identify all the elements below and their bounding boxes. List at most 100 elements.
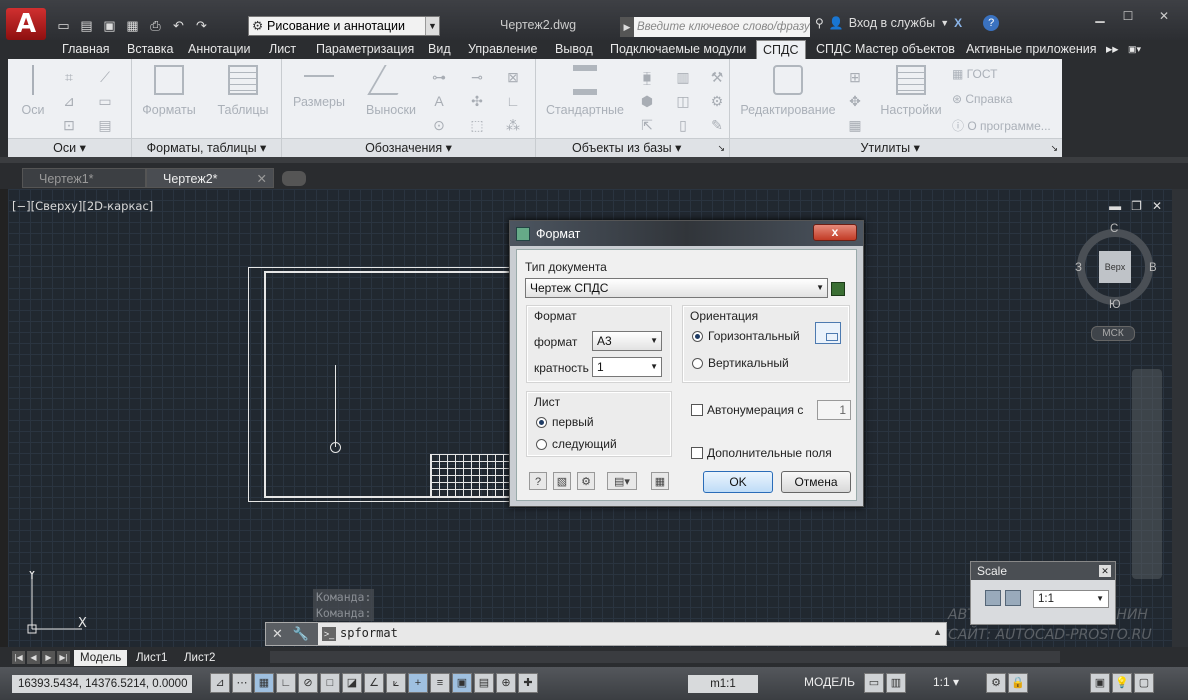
format-preview-icon[interactable]: ▧: [553, 472, 571, 490]
more-tabs-icon[interactable]: ▸▸: [1106, 40, 1119, 59]
hardware-accel-icon[interactable]: ▣: [1090, 673, 1110, 693]
tab-insert[interactable]: Вставка: [127, 40, 173, 59]
dialog-close-button[interactable]: x: [813, 224, 857, 241]
scale-edit-icon[interactable]: [1005, 590, 1021, 606]
am-icon[interactable]: ✚: [518, 673, 538, 693]
orientation-horizontal-radio[interactable]: [692, 331, 703, 342]
autonum-label[interactable]: Автонумерация с: [707, 403, 803, 417]
isolate-icon[interactable]: 💡: [1112, 673, 1132, 693]
ortho-icon[interactable]: ∟: [276, 673, 296, 693]
compass-east[interactable]: В: [1149, 262, 1157, 274]
editing-button[interactable]: Редактирование: [740, 65, 836, 117]
lock-icon[interactable]: 🔒: [1008, 673, 1028, 693]
sheet-first-label[interactable]: первый: [552, 415, 594, 429]
multiplicity-select[interactable]: 1 ▼: [592, 357, 662, 377]
level-icon[interactable]: ▭: [94, 91, 116, 111]
dyn-icon[interactable]: +: [408, 673, 428, 693]
formats-button[interactable]: Форматы: [134, 65, 204, 117]
help-icon[interactable]: ?: [983, 15, 1000, 31]
tab-manage[interactable]: Управление: [468, 40, 538, 59]
tab-home[interactable]: Главная: [62, 40, 110, 59]
open-icon[interactable]: ▤: [77, 17, 96, 35]
tab-sheet1[interactable]: Лист1: [130, 650, 173, 666]
first-tab-icon[interactable]: |◀: [12, 651, 25, 664]
cancel-button[interactable]: Отмена: [781, 471, 851, 493]
dialog-title-bar[interactable]: Формат x: [510, 221, 863, 246]
model-space-toggle[interactable]: МОДЕЛЬ: [804, 675, 855, 689]
minimize-button[interactable]: ▁: [1086, 6, 1114, 26]
node-icon[interactable]: ✣: [466, 91, 488, 111]
vertical-scrollbar[interactable]: [1172, 189, 1188, 647]
workspace-switch-icon[interactable]: ⚙: [986, 673, 1006, 693]
group-base-objects-title[interactable]: Объекты из базы ▾ ↘: [536, 138, 729, 157]
navigation-bar[interactable]: [1132, 369, 1162, 579]
group-axes-title[interactable]: Оси ▾: [8, 138, 131, 157]
next-tab-icon[interactable]: ▶: [42, 651, 55, 664]
table-small-icon[interactable]: ▤: [94, 115, 116, 135]
horizontal-scrollbar[interactable]: [270, 651, 1060, 663]
search-expand-icon[interactable]: ▶: [620, 17, 634, 37]
scale-select[interactable]: 1:1 ▼: [1033, 590, 1109, 608]
sheet-first-radio[interactable]: [536, 417, 547, 428]
compass-west[interactable]: З: [1075, 262, 1082, 274]
tables-button[interactable]: Таблицы: [208, 65, 278, 117]
extra-fields-label[interactable]: Дополнительные поля: [707, 446, 832, 460]
quickview-drawings-icon[interactable]: ▥: [886, 673, 906, 693]
section-icon[interactable]: ⊙: [428, 115, 450, 135]
tab-sheet2[interactable]: Лист2: [178, 650, 221, 666]
quickview-layouts-icon[interactable]: ▭: [864, 673, 884, 693]
nut-icon[interactable]: ⬢: [636, 91, 658, 111]
about-link[interactable]: ⓘ О программе...: [952, 117, 1051, 134]
leaders-button[interactable]: Выноски: [356, 65, 426, 117]
new-icon[interactable]: ▭: [54, 17, 73, 35]
3dosnap-icon[interactable]: ◪: [342, 673, 362, 693]
last-tab-icon[interactable]: ▶|: [57, 651, 70, 664]
angle-icon[interactable]: ∟: [502, 91, 524, 111]
print-icon[interactable]: ⎙: [146, 17, 165, 35]
puzzle-icon[interactable]: ✥: [844, 91, 866, 111]
tab-annotate[interactable]: Аннотации: [188, 40, 250, 59]
library-icon[interactable]: ▥: [672, 67, 694, 87]
doc-tab-1[interactable]: Чертеж1*: [22, 168, 146, 188]
line-tool-icon[interactable]: ⟋: [94, 67, 116, 87]
maximize-button[interactable]: ☐: [1114, 6, 1142, 26]
close-tab-icon[interactable]: ✕: [257, 169, 267, 189]
sheet-next-label[interactable]: следующий: [552, 437, 617, 451]
tab-model[interactable]: Модель: [74, 650, 128, 666]
tab-view[interactable]: Вид: [428, 40, 451, 59]
sc-icon[interactable]: ⊕: [496, 673, 516, 693]
settings-button[interactable]: Настройки: [876, 65, 946, 117]
tab-output[interactable]: Вывод: [555, 40, 593, 59]
tab-spds[interactable]: СПДС: [756, 40, 806, 59]
layers-icon[interactable]: ▦: [844, 115, 866, 135]
wrench-icon[interactable]: ⚙: [706, 91, 728, 111]
lineweight-icon[interactable]: ≡: [430, 673, 450, 693]
transparency-icon[interactable]: ▣: [452, 673, 472, 693]
wrench-icon[interactable]: 🔧: [293, 626, 309, 641]
prev-tab-icon[interactable]: ◀: [27, 651, 40, 664]
ribbon-toggle-icon[interactable]: ▣▾: [1128, 40, 1141, 59]
compass-north[interactable]: С: [1110, 223, 1118, 235]
wcs-menu[interactable]: МСК: [1091, 326, 1135, 341]
orientation-horizontal-label[interactable]: Горизонтальный: [708, 329, 800, 343]
format-select[interactable]: A3 ▼: [592, 331, 662, 351]
gost-link[interactable]: ▦ ГОСТ: [952, 67, 997, 81]
annotation-scale[interactable]: 1:1 ▾: [933, 675, 959, 689]
close-icon[interactable]: ✕: [272, 626, 283, 641]
orientation-vertical-radio[interactable]: [692, 358, 703, 369]
ok-button[interactable]: OK: [703, 471, 773, 493]
help-link[interactable]: ⊛ Справка: [952, 92, 1012, 106]
autonum-input[interactable]: 1: [817, 400, 851, 420]
group-utilities-title[interactable]: Утилиты ▾ ↘: [730, 138, 1062, 157]
table-dropdown-icon[interactable]: ▤▾: [607, 472, 637, 490]
infer-constraints-icon[interactable]: ⊿: [210, 673, 230, 693]
compass-south[interactable]: Ю: [1109, 299, 1121, 311]
tab-plugins[interactable]: Подключаемые модули: [610, 40, 746, 59]
autonum-checkbox[interactable]: [691, 404, 703, 416]
redo-icon[interactable]: ↷: [192, 17, 211, 35]
pattern-icon[interactable]: ⁂: [502, 115, 524, 135]
tab-parametric[interactable]: Параметризация: [316, 40, 414, 59]
sheet-next-radio[interactable]: [536, 439, 547, 450]
dimensions-button[interactable]: Размеры: [284, 65, 354, 109]
grid-display-icon[interactable]: ▦: [254, 673, 274, 693]
